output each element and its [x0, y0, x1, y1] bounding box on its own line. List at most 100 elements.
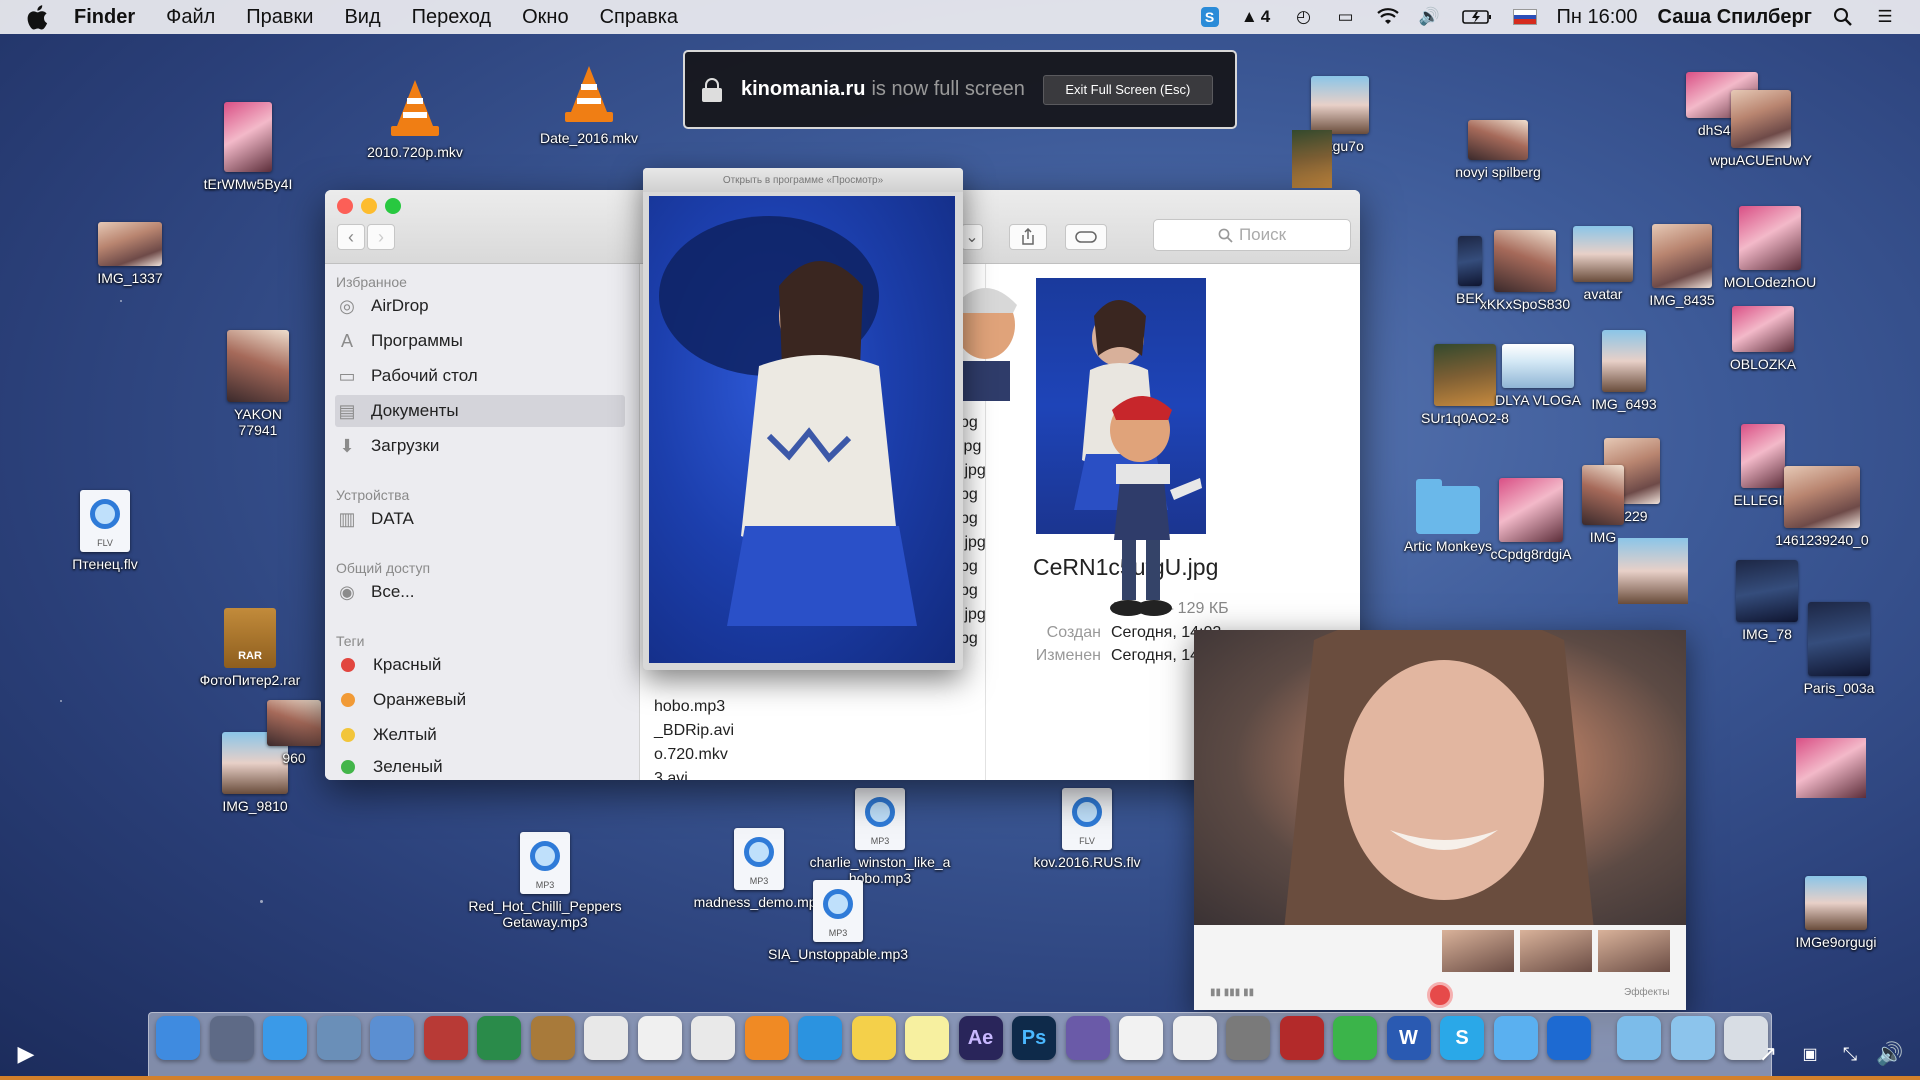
imovie-icon[interactable] — [1065, 1016, 1110, 1060]
effect-thumbnail[interactable] — [1442, 930, 1514, 972]
forward-button[interactable]: › — [367, 224, 395, 250]
desktop-icon-mp3[interactable]: MP3 SIA_Unstoppable.mp3 — [763, 880, 913, 962]
menu-view[interactable]: Вид — [344, 6, 380, 29]
quick-look-open-with[interactable]: Открыть в программе «Просмотр» — [723, 175, 883, 186]
desktop-icon-video[interactable]: 2010.720p.mkv — [340, 76, 490, 160]
desktop-icon-photo[interactable]: MOLOdezhOU — [1710, 206, 1830, 290]
pages-icon[interactable] — [637, 1016, 682, 1060]
desktop-icon-photo[interactable]: OBLOZKA — [1708, 306, 1818, 372]
file-list-item[interactable]: 3.avi — [654, 770, 688, 780]
menu-bar-clock[interactable]: Пн 16:00 — [1557, 6, 1638, 29]
zoom-window-button[interactable] — [385, 198, 401, 214]
dictionary-icon[interactable] — [423, 1016, 468, 1060]
menu-go[interactable]: Переход — [412, 6, 491, 29]
desktop-icon-photo[interactable]: IMGe9orgugi — [1776, 876, 1896, 950]
file-list-item[interactable]: .jpg — [960, 534, 986, 552]
video-progress-bar[interactable] — [0, 1076, 1920, 1080]
share-button[interactable] — [1009, 224, 1047, 250]
desktop-icon-photo[interactable]: wpuACUEnUwY — [1686, 90, 1836, 168]
sidebar-item-tag-red[interactable]: Красный — [335, 649, 625, 681]
apple-menu-icon[interactable] — [26, 4, 52, 30]
desktop-icon-rar[interactable]: RAR ФотоПитер2.rar — [175, 608, 325, 688]
notebook-icon[interactable] — [530, 1016, 575, 1060]
facetime-icon[interactable] — [1333, 1016, 1377, 1060]
menu-app-finder[interactable]: Finder — [74, 6, 135, 29]
sidebar-item-airdrop[interactable]: ◎ AirDrop — [335, 290, 625, 322]
desktop-icon-video[interactable]: Date_2016.mkv — [514, 62, 664, 146]
sidebar-item-desktop[interactable]: ▭ Рабочий стол — [335, 360, 625, 392]
system-preferences-icon[interactable] — [1226, 1016, 1270, 1060]
effect-thumbnail[interactable] — [1520, 930, 1592, 972]
desktop-icon-photo[interactable]: IMG_6493 — [1574, 330, 1674, 412]
edit-tags-button[interactable] — [1065, 224, 1107, 250]
file-list-item[interactable]: hobo.mp3 — [654, 698, 725, 716]
play-icon[interactable]: ▶ — [12, 1040, 40, 1068]
photos-icon[interactable] — [1119, 1016, 1163, 1060]
battery-icon[interactable] — [1461, 7, 1493, 27]
adobe-status-icon[interactable]: ▲ 4 — [1239, 7, 1273, 27]
desktop-icon-photo[interactable]: IMG_1337 — [55, 222, 205, 286]
sidebar-item-all-shared[interactable]: ◉ Все... — [335, 576, 625, 608]
itunes-icon[interactable] — [1172, 1016, 1217, 1060]
wifi-icon[interactable] — [1376, 7, 1399, 27]
desktop-icon-flv[interactable]: FLV Птенец.flv — [30, 490, 180, 572]
input-source-flag-icon[interactable] — [1512, 9, 1537, 25]
photo-thumbnail[interactable] — [1292, 130, 1332, 188]
desktop-icon-photo[interactable]: Paris_003a — [1784, 602, 1894, 696]
file-list-item[interactable]: .jpg — [960, 606, 986, 624]
notes-icon[interactable] — [905, 1016, 949, 1060]
messages-icon[interactable] — [1493, 1016, 1538, 1060]
excel-icon[interactable] — [477, 1016, 521, 1060]
sidebar-item-downloads[interactable]: ⬇ Загрузки — [335, 430, 625, 462]
menu-window[interactable]: Окно — [522, 6, 568, 29]
effect-thumbnail[interactable] — [1598, 930, 1670, 972]
desktop-icon-mp3[interactable]: MP3 charlie_winston_like_a hobo.mp3 — [800, 788, 960, 886]
chrome-icon[interactable] — [691, 1016, 735, 1060]
sidebar-item-tag-green[interactable]: Зеленый — [335, 754, 625, 780]
desktop-icon-photo[interactable]: novyi spilberg — [1438, 120, 1558, 180]
desktop-icon-mp3[interactable]: MP3 Red_Hot_Chilli_Peppers Getaway.mp3 — [460, 832, 630, 930]
sidebar-item-tag-yellow[interactable]: Желтый — [335, 719, 625, 751]
after-effects-icon[interactable]: Ae — [958, 1016, 1003, 1060]
sidebar-item-documents[interactable]: ▤ Документы — [335, 395, 625, 427]
photo-thumbnail[interactable] — [1796, 738, 1866, 798]
minimize-window-button[interactable] — [361, 198, 377, 214]
sidebar-item-tag-orange[interactable]: Оранжевый — [335, 684, 625, 716]
quick-look-window[interactable]: Открыть в программе «Просмотр» — [643, 168, 963, 670]
menu-help[interactable]: Справка — [600, 6, 678, 29]
subtitles-icon[interactable]: ▣ — [1796, 1040, 1824, 1068]
airplay-icon[interactable]: ▭ — [1335, 7, 1357, 27]
spotlight-search-icon[interactable] — [1832, 7, 1854, 27]
desktop-icon-photo[interactable]: BEK — [1425, 236, 1515, 306]
time-machine-icon[interactable]: ◴ — [1293, 7, 1315, 27]
search-field[interactable]: Поиск — [1153, 219, 1351, 251]
desktop-icon-photo[interactable]: IMG — [1568, 465, 1638, 545]
photo-booth-icon[interactable] — [1279, 1016, 1324, 1060]
desktop-icon-photo[interactable]: tErWMw5By4I — [173, 102, 323, 192]
quick-look-titlebar[interactable]: Открыть в программе «Просмотр» — [643, 168, 963, 192]
skype-status-icon[interactable]: S — [1200, 7, 1219, 27]
desktop-icon-photo[interactable]: 960 — [264, 700, 324, 766]
notification-center-icon[interactable]: ☰ — [1874, 7, 1896, 27]
file-list-item[interactable]: _BDRip.avi — [654, 722, 734, 740]
sidebar-item-applications[interactable]: A Программы — [335, 325, 625, 357]
file-list-item[interactable]: o.720.mkv — [654, 746, 728, 764]
photo-thumbnail[interactable] — [1618, 538, 1688, 604]
skype-icon[interactable]: S — [1440, 1016, 1484, 1060]
back-button[interactable]: ‹ — [337, 224, 365, 250]
textedit-icon[interactable] — [584, 1016, 628, 1060]
quicktime-icon[interactable] — [798, 1016, 842, 1060]
desktop-icon-flv[interactable]: FLV kov.2016.RUS.flv — [1012, 788, 1162, 870]
vlc-icon[interactable] — [744, 1016, 789, 1060]
mail-icon[interactable] — [370, 1016, 414, 1060]
record-button[interactable] — [1427, 982, 1453, 1008]
volume-icon[interactable]: 🔊 — [1419, 7, 1441, 27]
downloads-icon[interactable] — [1617, 1016, 1661, 1060]
sidebar-item-data-drive[interactable]: ▥ DATA — [335, 503, 625, 535]
menu-bar-user[interactable]: Саша Спилберг — [1658, 6, 1812, 29]
arrange-dropdown-button[interactable]: ⌄ — [961, 224, 983, 250]
applications-icon[interactable] — [1670, 1016, 1715, 1060]
view-mode-controls[interactable]: ▮▮ ▮▮▮ ▮▮ — [1210, 987, 1254, 998]
launchpad-icon[interactable] — [209, 1016, 254, 1060]
desktop-icon-photo[interactable]: YAKON 77941 — [183, 330, 333, 438]
